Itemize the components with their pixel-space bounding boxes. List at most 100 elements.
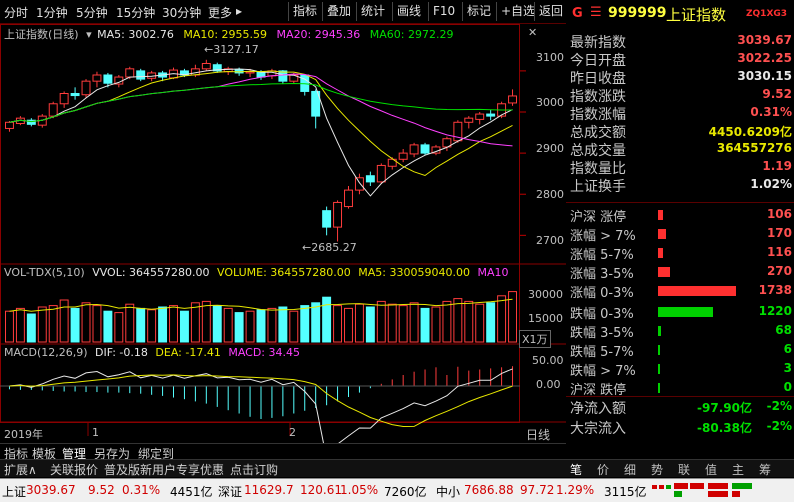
volume-bar [37,306,47,343]
volume-bar [420,307,430,343]
right-tab[interactable]: 细 [624,461,636,478]
btn-stats[interactable]: 统计 [356,2,389,21]
period-30min[interactable]: 30分钟 [162,4,201,21]
volume-bar [92,305,102,343]
period-1min[interactable]: 1分钟 [36,4,68,21]
breadth-label: 涨幅 5-7% [570,248,634,263]
quote-row: 上证换手 1.02% [570,176,792,195]
volume-bar [289,310,299,343]
breadth-bar [658,229,666,239]
breadth-bar [658,383,660,393]
right-tab[interactable]: 筹 [759,461,771,478]
candle-body [81,80,91,96]
volume-bar [300,305,310,343]
link-promo[interactable]: 普及版新用户专享优惠 [104,461,224,478]
zq-tag: ZQ1XG3 [746,9,788,19]
sh-label[interactable]: 上证 [2,483,26,500]
volume-bar [125,303,135,343]
btn-add-watchlist[interactable]: +自选 [496,2,539,21]
candle-body [92,74,102,82]
volume-bar [398,305,408,343]
sh-pct: 0.31% [122,483,161,497]
candle-body [508,95,518,104]
candle-body [409,144,419,155]
sh-change: 9.52 [88,483,115,497]
volume-bar [234,312,244,343]
link-related[interactable]: 关联报价 [50,461,98,478]
volume-bar [409,302,419,343]
axis-month-1: 1 [92,426,99,439]
period-5min[interactable]: 5分钟 [76,4,108,21]
btn-f10[interactable]: F10 [428,2,459,21]
ytick-3000: 3000 [536,96,564,109]
breadth-value: 270 [766,264,792,278]
legend-ma20: MA20: 2945.36 [276,28,361,41]
sh-price: 3039.67 [26,483,76,497]
volume-bar [442,300,452,343]
period-fenshi[interactable]: 分时 [4,4,28,21]
breadth-row: 沪深 涨停 106 [570,206,792,225]
btn-overlay[interactable]: 叠加 [322,2,355,21]
chart-close-icon[interactable]: ✕ [528,26,537,39]
candle-body [70,93,80,97]
link-subscribe[interactable]: 点击订购 [230,461,278,478]
breadth-label: 跌幅 > 7% [570,364,636,379]
chart-area[interactable]: 上证指数(日线) ▾ MA5: 3002.76 MA10: 2955.59 MA… [0,24,566,444]
sz-amount: 7260亿 [384,485,427,499]
right-tab[interactable]: 值 [705,461,717,478]
stock-code: 999999 [608,5,667,21]
right-tab[interactable]: 势 [651,461,663,478]
right-tab[interactable]: 主 [732,461,744,478]
btn-indicator[interactable]: 指标 [288,2,321,21]
more-arrow-icon[interactable]: ▸ [236,4,242,18]
zx-price: 7686.88 [464,483,514,497]
volume-bar [497,295,507,343]
breadth-label: 跌幅 5-7% [570,345,634,360]
btn-mark[interactable]: 标记 [462,2,495,21]
quote-row: 总成交额 4450.6209亿 [570,122,792,141]
panel-divider [566,202,794,203]
axis-month-2: 2 [289,426,296,439]
volume-bar [453,298,463,343]
breadth-row: 沪深 跌停 0 [570,379,792,398]
vol-title: VOL-TDX(5,10) [4,266,85,279]
volume-bar [267,307,277,343]
right-tab[interactable]: 联 [678,461,690,478]
period-daily[interactable]: 日线 [526,426,550,443]
breadth-value: 1220 [758,304,792,318]
kline-chart[interactable] [0,24,566,444]
menu-icon[interactable]: ☰ [590,5,602,20]
volume-bar [486,302,496,343]
candle-body [48,103,58,117]
quote-row: 今日开盘 3022.25 [570,50,792,69]
breadth-row: 跌幅 > 7% 3 [570,360,792,379]
macd-legend: MACD(12,26,9) DIF: -0.18 DEA: -17.41 MAC… [4,346,300,359]
breadth-label: 跌幅 3-5% [570,326,634,341]
quote-header: G ☰ 999999 上证指数 ZQ1XG3 [566,0,794,30]
main-legend: 上证指数(日线) ▾ MA5: 3002.76 MA10: 2955.59 MA… [4,26,453,42]
volume-bar [179,310,189,343]
quote-row: 总成交量 364557276 [570,140,792,159]
right-tabs: 笔价细势联值主筹 [566,460,794,478]
sz-label[interactable]: 深证 [218,483,242,500]
candle-body [300,74,310,92]
volume-bar [81,302,91,343]
btn-back[interactable]: 返回 [534,2,567,21]
legend-dif: DIF: -0.18 [95,346,148,359]
period-15min[interactable]: 15分钟 [116,4,155,21]
legend-menu-icon[interactable]: ▾ [86,28,92,41]
expand-button[interactable]: 扩展∧ [4,461,37,478]
period-more[interactable]: 更多 [208,4,232,21]
breadth-value: 170 [766,226,792,240]
right-tab[interactable]: 价 [597,461,609,478]
btn-draw[interactable]: 画线 [392,2,425,21]
volume-bar [256,309,266,343]
quote-label: 上证换手 [570,179,626,195]
flow-value: -97.90亿 [697,401,752,415]
flow-pct: -2% [766,419,792,433]
right-tab[interactable]: 笔 [570,461,582,478]
ytick-2700: 2700 [536,234,564,247]
volume-bar [311,302,321,343]
zx-label[interactable]: 中小 [436,483,460,500]
quote-label: 总成交额 [570,125,626,141]
